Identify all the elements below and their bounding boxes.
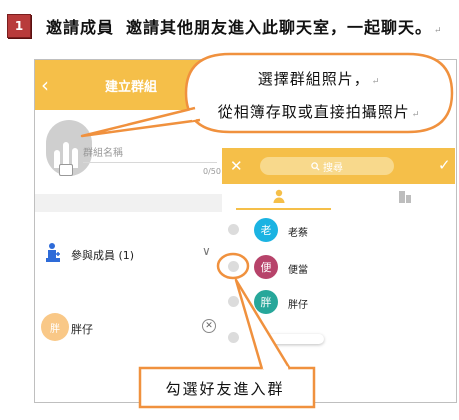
select-friend-callout-pointer [234, 278, 292, 370]
radio-highlight-circle [216, 252, 250, 280]
callout-graphics [80, 52, 454, 409]
photo-callout-line1: 選擇群組照片， ↵ [257, 70, 381, 88]
photo-callout-pointer [80, 106, 201, 138]
select-friend-callout-text: 勾選好友進入群 [165, 380, 285, 398]
photo-callout-line2: 從相簿存取或直接拍攝照片 ↵ [217, 103, 421, 121]
